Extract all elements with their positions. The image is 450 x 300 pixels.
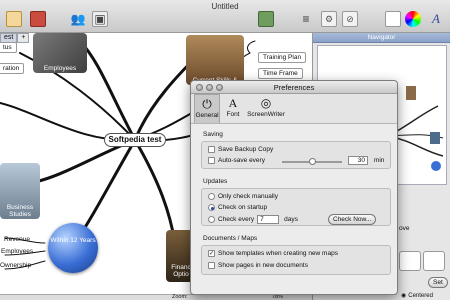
backup-checkbox[interactable] <box>208 146 215 153</box>
people-icon[interactable]: 👥 <box>70 11 86 27</box>
saving-title: Saving <box>203 131 223 138</box>
update-every-radio[interactable] <box>208 216 215 223</box>
folder-icon[interactable] <box>6 11 22 27</box>
move-label: ove <box>399 225 410 232</box>
autosave-field-wrap: 30 min <box>348 156 384 165</box>
node-ration[interactable]: ration <box>0 63 25 74</box>
pages-checkbox[interactable] <box>208 262 215 269</box>
templates-option[interactable]: ✓ Show templates when creating new maps <box>208 250 338 257</box>
autosave-label: Auto-save every <box>218 157 265 164</box>
zoom-label: Zoom: <box>172 294 188 300</box>
node-employees-small[interactable]: Employees <box>1 248 33 255</box>
central-topic[interactable]: Softpedia test <box>104 133 166 147</box>
align-text-icon[interactable]: ≡ <box>298 11 314 27</box>
title-bar: Untitled 👥 ▣ ≡ ⚙ ⊘ A <box>0 0 450 33</box>
autosave-option[interactable]: Auto-save every <box>208 157 265 164</box>
tab-general[interactable]: ⏻ General <box>194 94 220 123</box>
update-every-label: Check every <box>218 216 255 223</box>
update-manual-option[interactable]: Only check manually <box>208 193 278 200</box>
update-days-field[interactable]: 7 <box>257 215 280 224</box>
node-business-studies[interactable]: Business Studies <box>0 163 40 219</box>
backup-option[interactable]: Save Backup Copy <box>208 146 273 153</box>
templates-checkbox[interactable]: ✓ <box>208 250 215 257</box>
tab-general-label: General <box>195 112 219 119</box>
color-wheel-icon[interactable] <box>405 11 421 27</box>
node-ownership[interactable]: Ownership <box>0 262 31 269</box>
autosave-unit: min <box>373 157 385 164</box>
switch-icon: ⏻ <box>202 97 212 111</box>
node-status[interactable]: tus <box>0 42 17 53</box>
preferences-titlebar: Preferences <box>191 81 397 94</box>
tab-screenwriter-label: ScreenWriter <box>247 111 285 118</box>
update-manual-label: Only check manually <box>218 193 278 200</box>
document-icon[interactable]: ⚙ <box>321 11 337 27</box>
autosave-checkbox[interactable] <box>208 157 215 164</box>
preferences-dialog: Preferences ⏻ General A Font ◎ ScreenWri… <box>190 80 398 295</box>
window-title: Untitled <box>211 2 239 11</box>
node-revenue[interactable]: Revenue <box>4 236 30 243</box>
backup-label: Save Backup Copy <box>218 146 274 153</box>
update-days-unit: days <box>284 216 298 223</box>
update-manual-radio[interactable] <box>208 193 215 200</box>
preferences-title: Preferences <box>273 83 315 92</box>
centered-label: Centered <box>408 293 433 299</box>
documents-group: ✓ Show templates when creating new maps … <box>201 245 391 275</box>
employees-label: Employees <box>43 65 77 72</box>
tab-font[interactable]: A Font <box>220 94 246 123</box>
preferences-tabs: ⏻ General A Font ◎ ScreenWriter <box>191 94 397 124</box>
shape-curve-icon[interactable] <box>399 251 421 271</box>
pages-option[interactable]: Show pages in new documents <box>208 262 308 269</box>
autosave-slider[interactable] <box>282 158 342 165</box>
pages-label: Show pages in new documents <box>218 262 308 269</box>
autosave-slider-knob[interactable] <box>308 158 316 165</box>
theater-icon[interactable] <box>30 11 46 27</box>
centered-option[interactable]: ◉ Centered <box>401 292 433 299</box>
saving-group: Save Backup Copy Auto-save every 30 min <box>201 141 391 169</box>
documents-title: Documents / Maps <box>203 235 258 242</box>
update-startup-option[interactable]: Check on startup <box>208 204 267 211</box>
tab-screenwriter[interactable]: ◎ ScreenWriter <box>246 94 286 123</box>
set-button[interactable]: Set <box>428 277 448 288</box>
node-employees[interactable]: Employees <box>33 33 87 73</box>
film-reel-icon: ◎ <box>260 96 272 110</box>
new-tab-button[interactable]: + <box>17 33 30 43</box>
update-every-option[interactable]: Check every 7 days <box>208 215 298 224</box>
grid-icon[interactable] <box>385 11 401 27</box>
contact-card-icon[interactable]: ▣ <box>92 11 108 27</box>
update-startup-radio[interactable] <box>208 204 215 211</box>
update-startup-label: Check on startup <box>218 204 268 211</box>
autosave-minutes-field[interactable]: 30 <box>348 156 368 165</box>
font-icon: A <box>228 96 238 110</box>
node-time-frame[interactable]: Time Frame <box>258 68 303 79</box>
tab-font-label: Font <box>226 111 240 118</box>
updates-title: Updates <box>203 178 228 185</box>
node-within-years[interactable]: Within 12 Years <box>48 223 98 273</box>
no-document-icon[interactable]: ⊘ <box>342 11 358 27</box>
font-icon[interactable]: A <box>428 11 444 27</box>
picture-icon[interactable] <box>258 11 274 27</box>
navigator-title: Navigator <box>313 33 450 43</box>
updates-group: Only check manually Check on startup Che… <box>201 188 391 226</box>
shape-wave-icon[interactable] <box>423 251 445 271</box>
check-now-button[interactable]: Check Now... <box>328 214 377 225</box>
business-studies-label: Business Studies <box>6 204 34 218</box>
app-window: Untitled 👥 ▣ ≡ ⚙ ⊘ A est + tus ration Em… <box>0 0 450 300</box>
node-current-skills[interactable]: Current Skills & <box>186 35 244 85</box>
node-training-plan[interactable]: Training Plan <box>258 52 307 63</box>
templates-label: Show templates when creating new maps <box>218 250 338 257</box>
